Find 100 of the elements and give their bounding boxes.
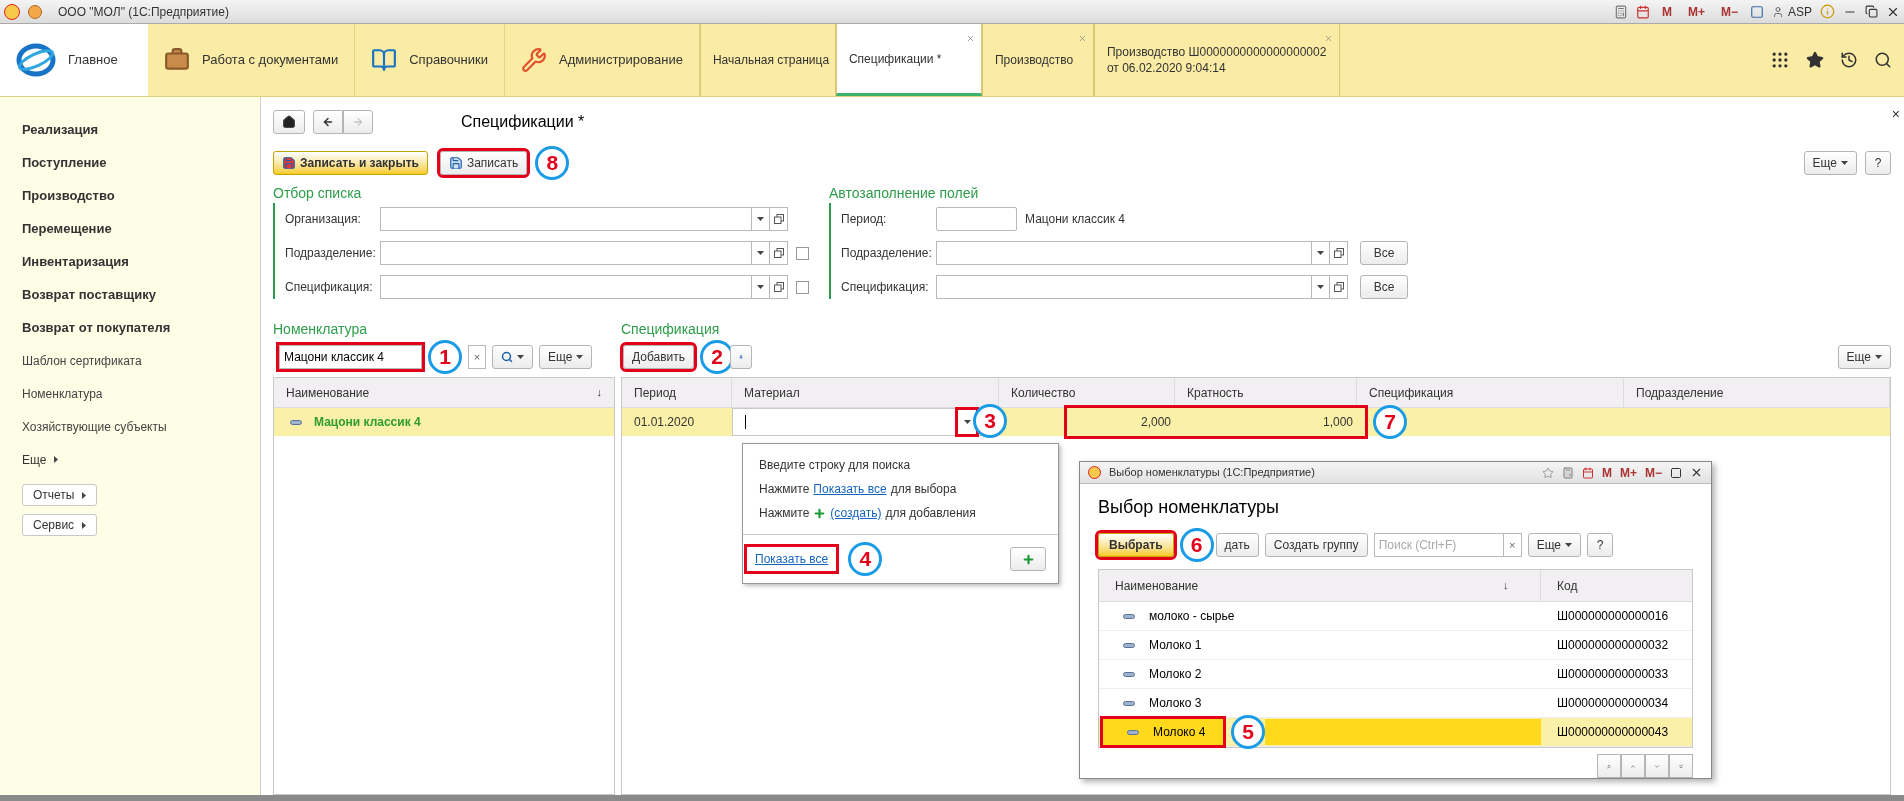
calendar-icon[interactable]	[1581, 466, 1594, 479]
link[interactable]: (создать)	[830, 504, 882, 522]
back-button[interactable]	[313, 110, 343, 134]
open-tab[interactable]: Спецификации *	[835, 24, 982, 96]
column-header[interactable]: Кратность	[1175, 378, 1357, 407]
open-icon[interactable]	[773, 248, 784, 258]
create-button[interactable]: дать	[1215, 533, 1259, 557]
up-button[interactable]	[1621, 754, 1645, 778]
menu-icon[interactable]	[28, 4, 42, 19]
more-button[interactable]: Еще	[1803, 151, 1857, 175]
save-button[interactable]: Записать и закрыть	[273, 151, 428, 175]
maximize-icon[interactable]	[1670, 466, 1682, 479]
restore-icon[interactable]	[1865, 5, 1878, 18]
help-button[interactable]: ?	[1587, 533, 1614, 557]
section-tab[interactable]: Главное	[0, 24, 148, 96]
sidebar-item[interactable]: Реализация	[22, 113, 238, 146]
open-icon[interactable]	[773, 282, 784, 292]
history-icon[interactable]	[1840, 51, 1858, 69]
user-name[interactable]: ASP	[1788, 2, 1812, 21]
show-all-link[interactable]: Показать все	[747, 547, 837, 571]
add-button[interactable]: Добавить	[623, 345, 695, 369]
calendar-icon[interactable]	[1635, 4, 1650, 19]
star-icon[interactable]	[1806, 51, 1824, 69]
open-icon[interactable]	[1333, 282, 1344, 292]
sidebar-button[interactable]: Сервис	[22, 514, 98, 536]
search-button[interactable]	[492, 345, 533, 369]
close-tab-icon[interactable]	[965, 34, 975, 43]
memory-button[interactable]: M+	[1619, 463, 1637, 482]
dropdown-field[interactable]	[380, 241, 788, 265]
info-icon[interactable]	[1820, 4, 1835, 19]
column-header[interactable]: Количество	[999, 378, 1175, 407]
create-group-button[interactable]: Создать группу	[1264, 533, 1368, 557]
memory-button[interactable]: M−	[1716, 2, 1742, 21]
checkbox[interactable]	[796, 246, 809, 260]
clear-button[interactable]: ×	[468, 345, 486, 369]
table-row[interactable]: Молоко 1 Ш000000000000032	[1099, 631, 1692, 660]
memory-button[interactable]: M+	[1683, 2, 1709, 21]
star-icon[interactable]	[1541, 466, 1554, 479]
more-link[interactable]: Еще	[22, 443, 238, 476]
sidebar-item[interactable]: Инвентаризация	[22, 245, 238, 278]
column-header[interactable]: Подразделение	[1624, 378, 1890, 407]
dropdown-field[interactable]	[380, 207, 788, 231]
search-field[interactable]: Мацони классик 4	[279, 345, 422, 369]
calculator-icon[interactable]	[1561, 466, 1574, 479]
last-button[interactable]	[1669, 754, 1693, 778]
checkbox[interactable]	[796, 280, 809, 294]
sidebar-button[interactable]: Отчеты	[22, 484, 98, 506]
all-button[interactable]: Все	[1360, 275, 1408, 299]
dropdown-field[interactable]	[380, 275, 788, 299]
save-button[interactable]: Записать	[439, 151, 528, 175]
down-button[interactable]	[1645, 754, 1669, 778]
first-button[interactable]	[1597, 754, 1621, 778]
memory-button[interactable]: M	[1657, 2, 1676, 21]
more-button[interactable]: Еще	[1527, 533, 1582, 557]
search-icon[interactable]	[1874, 51, 1892, 69]
section-tab[interactable]: Справочники	[355, 24, 505, 96]
open-tab[interactable]: Начальная страница	[699, 24, 836, 96]
memory-button[interactable]: M−	[1645, 463, 1662, 482]
panel-icon[interactable]	[1750, 4, 1764, 19]
open-tab[interactable]: Производство Ш0000000000000000002 от 06.02.2020 9:04:14	[1093, 24, 1340, 96]
search-field[interactable]: Поиск (Ctrl+F)	[1373, 533, 1504, 557]
close-button[interactable]: ×	[1891, 107, 1900, 121]
apps-icon[interactable]	[1770, 50, 1790, 70]
sidebar-item[interactable]: Возврат от покупателя	[22, 311, 238, 344]
more-button[interactable]: Еще	[539, 345, 593, 369]
help-button[interactable]: ?	[1865, 151, 1891, 175]
close-tab-icon[interactable]	[1323, 34, 1333, 43]
sidebar-item[interactable]: Хозяйствующие субъекты	[22, 410, 238, 443]
open-icon[interactable]	[1333, 248, 1344, 258]
column-header[interactable]: Наименование	[286, 383, 370, 402]
sidebar-item[interactable]: Номенклатура	[22, 377, 238, 410]
memory-button[interactable]: M	[1601, 463, 1612, 482]
choose-button[interactable]: Выбрать	[1098, 533, 1174, 557]
home-button[interactable]	[273, 110, 305, 134]
close-icon[interactable]	[1690, 466, 1703, 479]
dropdown-field[interactable]	[936, 241, 1348, 265]
all-button[interactable]: Все	[1360, 241, 1408, 265]
column-header[interactable]: Период	[622, 378, 732, 407]
open-tab[interactable]: Производство	[981, 24, 1094, 96]
sidebar-item[interactable]: Перемещение	[22, 212, 238, 245]
sidebar-item[interactable]: Поступление	[22, 146, 238, 179]
link[interactable]: Показать все	[813, 480, 887, 498]
section-tab[interactable]: Работа с документами	[148, 24, 356, 96]
more-button[interactable]: Еще	[1837, 345, 1891, 369]
move-down-button[interactable]	[730, 345, 753, 369]
create-button[interactable]	[1010, 547, 1046, 571]
table-row[interactable]: Молоко 2 Ш000000000000033	[1099, 660, 1692, 689]
column-header[interactable]: Код	[1541, 570, 1594, 601]
table-row[interactable]: молоко - сырье Ш000000000000016	[1099, 602, 1692, 631]
sidebar-item[interactable]: Возврат поставщику	[22, 278, 238, 311]
calculator-icon[interactable]	[1613, 4, 1628, 19]
period-field[interactable]	[936, 207, 1017, 231]
section-tab[interactable]: Администрирование	[505, 24, 700, 96]
open-icon[interactable]	[773, 214, 784, 224]
sidebar-item[interactable]: Шаблон сертификата	[22, 344, 238, 377]
table-row[interactable]: Молоко 4 5 Ш000000000000043	[1099, 718, 1692, 747]
sidebar-item[interactable]: Производство	[22, 179, 238, 212]
dropdown-field[interactable]	[936, 275, 1348, 299]
panel-title: Номенклатура	[273, 320, 368, 339]
close-tab-icon[interactable]	[1077, 34, 1087, 43]
